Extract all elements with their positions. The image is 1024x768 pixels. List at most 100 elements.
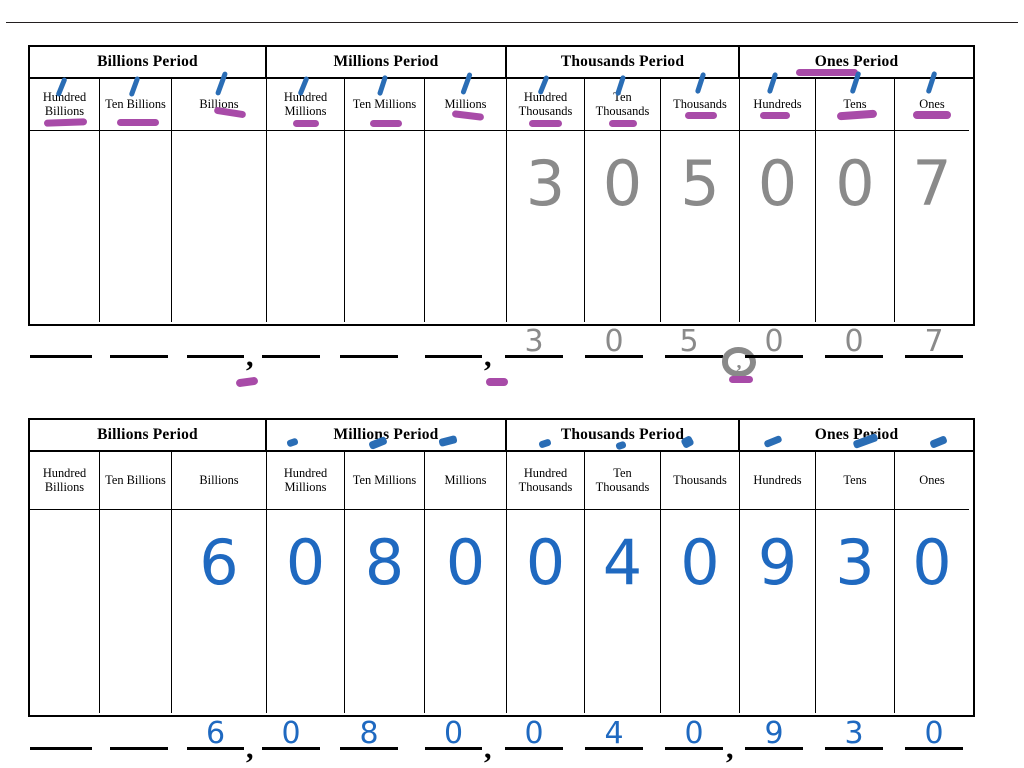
digit: 0 <box>525 526 566 599</box>
table2-digit-thousands[interactable]: 0 <box>661 510 740 713</box>
digit: 3 <box>835 526 875 599</box>
table2-digit-ten-billions[interactable] <box>100 510 172 713</box>
table1-name-hundreds: Hundreds <box>740 71 816 131</box>
place-name: Thousands <box>673 472 727 487</box>
digit: 3 <box>525 147 566 220</box>
table1-name-ten-billions: Ten Billions <box>100 75 172 131</box>
purple-underline-mark <box>529 120 562 127</box>
table1-name-hundred-billions: Hundred Billions <box>30 76 100 131</box>
place-name: Hundred Millions <box>283 89 328 118</box>
table1-digit-hundreds[interactable]: 0 <box>740 131 816 322</box>
place-name: Ones <box>919 96 945 111</box>
table2-digit-tens[interactable]: 3 <box>816 510 895 713</box>
digit: 5 <box>680 147 720 220</box>
blue-tick-mark <box>286 437 299 448</box>
table2-period-header-row: Billions Period Millions Period Thousand… <box>30 420 973 452</box>
answer-blank-2[interactable] <box>110 355 168 358</box>
purple-underline-mark <box>836 109 878 121</box>
table1-digit-billions[interactable] <box>172 131 267 322</box>
answer-blank-4[interactable] <box>262 355 320 358</box>
digit: 0 <box>912 526 952 599</box>
digit: 4 <box>602 526 643 599</box>
purple-underline-mark <box>293 120 319 127</box>
answer2-comma-2: , <box>484 732 492 765</box>
table1-digit-ones[interactable]: 7 <box>895 131 969 322</box>
table1-digit-hundred-billions[interactable] <box>30 131 100 322</box>
place-name: Hundreds <box>753 472 802 487</box>
table1-digit-ten-millions[interactable] <box>345 131 425 322</box>
table2-digit-ten-millions[interactable]: 8 <box>345 510 425 713</box>
table1-digit-thousands[interactable]: 5 <box>661 131 740 322</box>
table1-name-ten-millions: Ten Millions <box>345 74 425 131</box>
answer-digit-12: 7 <box>924 324 944 359</box>
table2-digit-row: 6 0 8 0 0 4 0 9 3 0 <box>30 510 973 713</box>
place-name: Hundred Thousands <box>518 465 573 494</box>
digit: 7 <box>912 147 952 220</box>
table2-place-name-row: Hundred Billions Ten Billions Billions H… <box>30 452 973 510</box>
digit: 0 <box>680 526 720 599</box>
digit: 0 <box>602 147 643 220</box>
place-name: Millions <box>444 96 487 111</box>
table2-digit-billions[interactable]: 6 <box>172 510 267 713</box>
table1-name-tens: Tens <box>816 70 895 131</box>
table2-digit-hundreds[interactable]: 9 <box>740 510 816 713</box>
place-value-table-2: Billions Period Millions Period Thousand… <box>28 418 975 717</box>
table2-digit-hundred-thousands[interactable]: 0 <box>507 510 585 713</box>
place-name: Ten Millions <box>352 472 417 487</box>
digit: 0 <box>757 147 798 220</box>
answer2-blank-2[interactable] <box>110 747 168 750</box>
table1-digit-hundred-thousands[interactable]: 3 <box>507 131 585 322</box>
table2-name-billions: Billions <box>172 452 267 510</box>
digit: 6 <box>199 526 239 599</box>
answer2-blank-1[interactable] <box>30 747 92 750</box>
answer2-digit-6: 0 <box>443 716 464 751</box>
digit: 0 <box>835 147 875 220</box>
place-name: Millions <box>444 472 487 487</box>
table1-name-ten-thousands: Ten Thousands <box>585 74 661 131</box>
purple-underline-mark <box>451 110 485 121</box>
table2-name-hundred-millions: Hundred Millions <box>267 452 345 510</box>
blue-tick-mark <box>615 440 627 451</box>
table2-period-millions: Millions Period <box>267 420 507 452</box>
digit: 0 <box>445 526 486 599</box>
answer-digit-11: 0 <box>844 324 864 359</box>
answer-digit-10: 0 <box>764 324 784 359</box>
blue-tick-mark <box>438 434 458 448</box>
table1-name-billions: Billions <box>172 70 267 131</box>
table1-name-hundred-thousands: Hundred Thousands <box>507 74 585 131</box>
table1-name-thousands: Thousands <box>661 71 740 131</box>
answer-blank-1[interactable] <box>30 355 92 358</box>
place-name: Ones <box>919 472 945 487</box>
answer-row-1: , , 3 0 5 , 0 0 7 <box>0 324 1024 390</box>
table2-digit-hundred-billions[interactable] <box>30 510 100 713</box>
table1-digit-ten-billions[interactable] <box>100 131 172 322</box>
answer2-digit-12: 0 <box>924 716 944 751</box>
table1-digit-ten-thousands[interactable]: 0 <box>585 131 661 322</box>
digit: 8 <box>364 526 405 599</box>
table2-digit-millions[interactable]: 0 <box>425 510 507 713</box>
table2-name-ten-millions: Ten Millions <box>345 452 425 510</box>
answer-blank-3[interactable] <box>187 355 244 358</box>
table1-digit-hundred-millions[interactable] <box>267 131 345 322</box>
purple-underline-mark <box>913 111 951 119</box>
table1-digit-millions[interactable] <box>425 131 507 322</box>
answer2-comma-3: , <box>726 732 734 765</box>
table2-digit-hundred-millions[interactable]: 0 <box>267 510 345 713</box>
purple-comma-mark-1 <box>235 376 259 388</box>
table2-digit-ten-thousands[interactable]: 4 <box>585 510 661 713</box>
place-name: Hundred Millions <box>283 465 328 494</box>
purple-comma-mark-2 <box>486 378 508 386</box>
answer-blank-5[interactable] <box>340 355 398 358</box>
period-label: Billions Period <box>97 426 198 443</box>
table2-digit-ones[interactable]: 0 <box>895 510 969 713</box>
table1-name-millions: Millions <box>425 71 507 131</box>
place-name: Tens <box>843 96 867 111</box>
table1-digit-tens[interactable]: 0 <box>816 131 895 322</box>
answer-digit-8: 0 <box>604 324 624 359</box>
place-name: Ten Millions <box>352 96 417 111</box>
digit: 9 <box>757 526 798 599</box>
blue-tick-mark <box>929 435 948 449</box>
place-name: Ten Thousands <box>595 465 650 494</box>
answer-blank-6[interactable] <box>425 355 482 358</box>
blue-tick-mark <box>128 75 141 98</box>
